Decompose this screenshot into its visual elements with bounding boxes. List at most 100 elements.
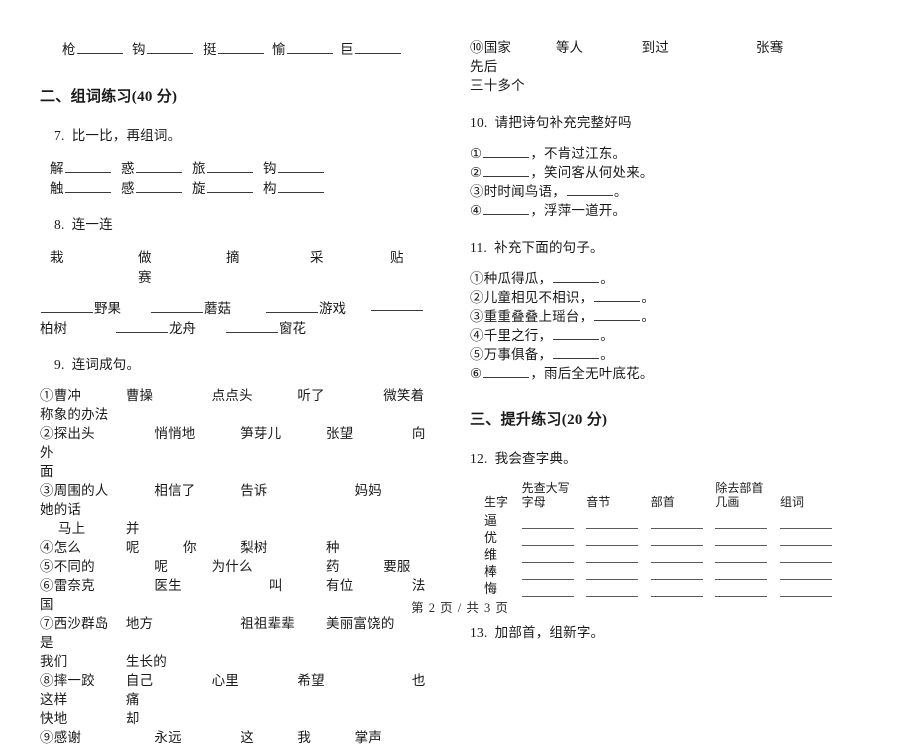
cell-radical[interactable] <box>650 563 716 580</box>
item-marker: ① <box>470 271 484 286</box>
cell-blank[interactable] <box>586 567 639 580</box>
cell-strokes[interactable] <box>715 529 780 546</box>
cell-blank[interactable] <box>586 584 639 597</box>
item-marker: ⑧ <box>40 673 54 688</box>
write-blank[interactable] <box>146 40 193 54</box>
row-character: 逼 <box>484 513 498 528</box>
fill-blank[interactable] <box>483 144 530 158</box>
match-blank[interactable] <box>226 319 278 333</box>
fill-blank[interactable] <box>553 326 600 340</box>
cell-blank[interactable] <box>779 533 832 546</box>
top-char-blank-row: 枪 钩 挺 愉 巨 <box>40 38 430 60</box>
column-header-word: 组词 <box>779 495 804 509</box>
cell-syllable[interactable] <box>586 529 651 546</box>
write-blank[interactable] <box>64 159 111 173</box>
cell-word[interactable] <box>779 529 840 546</box>
cell-strokes[interactable] <box>715 563 780 580</box>
cell-blank[interactable] <box>586 533 639 546</box>
cell-blank[interactable] <box>779 516 832 529</box>
item-text: 。 <box>641 290 656 305</box>
cell-blank[interactable] <box>779 584 832 597</box>
cell-word[interactable] <box>779 580 840 597</box>
write-blank[interactable] <box>354 40 401 54</box>
q8-noun-row-2: 柏树 龙舟 窗花 <box>40 317 430 337</box>
cell-syllable[interactable] <box>586 580 651 597</box>
write-blank[interactable] <box>206 179 253 193</box>
write-blank[interactable] <box>135 179 182 193</box>
cell-blank[interactable] <box>650 550 703 563</box>
cell-capital-letter[interactable] <box>521 563 587 580</box>
fill-blank[interactable] <box>553 269 600 283</box>
cell-blank[interactable] <box>521 584 574 597</box>
cell-word[interactable] <box>779 546 840 563</box>
write-blank[interactable] <box>277 159 324 173</box>
cell-blank[interactable] <box>521 533 574 546</box>
cell-syllable[interactable] <box>586 546 651 563</box>
item-text-before: 时时闻鸟语， <box>483 184 566 199</box>
write-blank[interactable] <box>135 159 182 173</box>
question-number: 11. <box>470 240 487 255</box>
cell-blank[interactable] <box>650 584 703 597</box>
fill-blank[interactable] <box>483 163 530 177</box>
fill-blank[interactable] <box>483 364 530 378</box>
cell-blank[interactable] <box>586 516 639 529</box>
write-blank[interactable] <box>277 179 324 193</box>
cell-radical[interactable] <box>650 512 716 529</box>
question-number: 10. <box>470 115 488 130</box>
cell-capital-letter[interactable] <box>521 546 587 563</box>
table-row: 悔 <box>484 580 840 597</box>
cell-blank[interactable] <box>715 533 768 546</box>
cell-blank[interactable] <box>779 550 832 563</box>
char-label: 构 <box>263 181 277 196</box>
match-blank[interactable] <box>266 299 318 313</box>
cell-radical[interactable] <box>650 580 716 597</box>
cell-syllable[interactable] <box>586 563 651 580</box>
cell-blank[interactable] <box>715 516 768 529</box>
cell-blank[interactable] <box>650 533 703 546</box>
match-blank[interactable] <box>151 299 203 313</box>
question-7-title: 7. 比一比，再组词。 <box>40 126 430 146</box>
cell-capital-letter[interactable] <box>521 512 587 529</box>
write-blank[interactable] <box>286 40 333 54</box>
item-marker: ③ <box>470 184 484 199</box>
cell-radical[interactable] <box>650 529 716 546</box>
cell-syllable[interactable] <box>586 512 651 529</box>
match-blank[interactable] <box>41 299 93 313</box>
cell-blank[interactable] <box>521 516 574 529</box>
cell-strokes[interactable] <box>715 546 780 563</box>
list-item-wrap: 面 <box>40 464 54 479</box>
fill-blank[interactable] <box>483 201 530 215</box>
cell-blank[interactable] <box>586 550 639 563</box>
write-blank[interactable] <box>76 40 123 54</box>
table-head: 生字 先查大写字母 音节 部首 除去部首几画 组词 <box>484 481 840 512</box>
cell-radical[interactable] <box>650 546 716 563</box>
fill-blank[interactable] <box>594 288 641 302</box>
cell-word[interactable] <box>779 512 840 529</box>
cell-strokes[interactable] <box>715 512 780 529</box>
cell-blank[interactable] <box>715 550 768 563</box>
item-words: 感谢 永远 这 我 掌声 <box>53 730 383 745</box>
cell-blank[interactable] <box>715 567 768 580</box>
cell-capital-letter[interactable] <box>521 580 587 597</box>
noun-item: 柏树 <box>40 321 67 336</box>
cell-blank[interactable] <box>521 567 574 580</box>
cell-word[interactable] <box>779 563 840 580</box>
cell-strokes[interactable] <box>715 580 780 597</box>
cell-blank[interactable] <box>650 567 703 580</box>
cell-capital-letter[interactable] <box>521 529 587 546</box>
match-blank[interactable] <box>116 319 168 333</box>
fill-blank[interactable] <box>553 345 600 359</box>
cell-blank[interactable] <box>715 584 768 597</box>
write-blank[interactable] <box>64 179 111 193</box>
cell-blank[interactable] <box>779 567 832 580</box>
item-text: 。 <box>600 347 614 362</box>
list-item: ② ，笑问客从何处来。 <box>470 163 840 182</box>
fill-blank[interactable] <box>566 182 613 196</box>
match-blank[interactable] <box>371 297 423 311</box>
write-blank[interactable] <box>206 159 253 173</box>
cell-blank[interactable] <box>521 550 574 563</box>
fill-blank[interactable] <box>594 307 641 321</box>
table-row: 棒 <box>484 563 840 580</box>
cell-blank[interactable] <box>650 516 703 529</box>
write-blank[interactable] <box>217 40 264 54</box>
